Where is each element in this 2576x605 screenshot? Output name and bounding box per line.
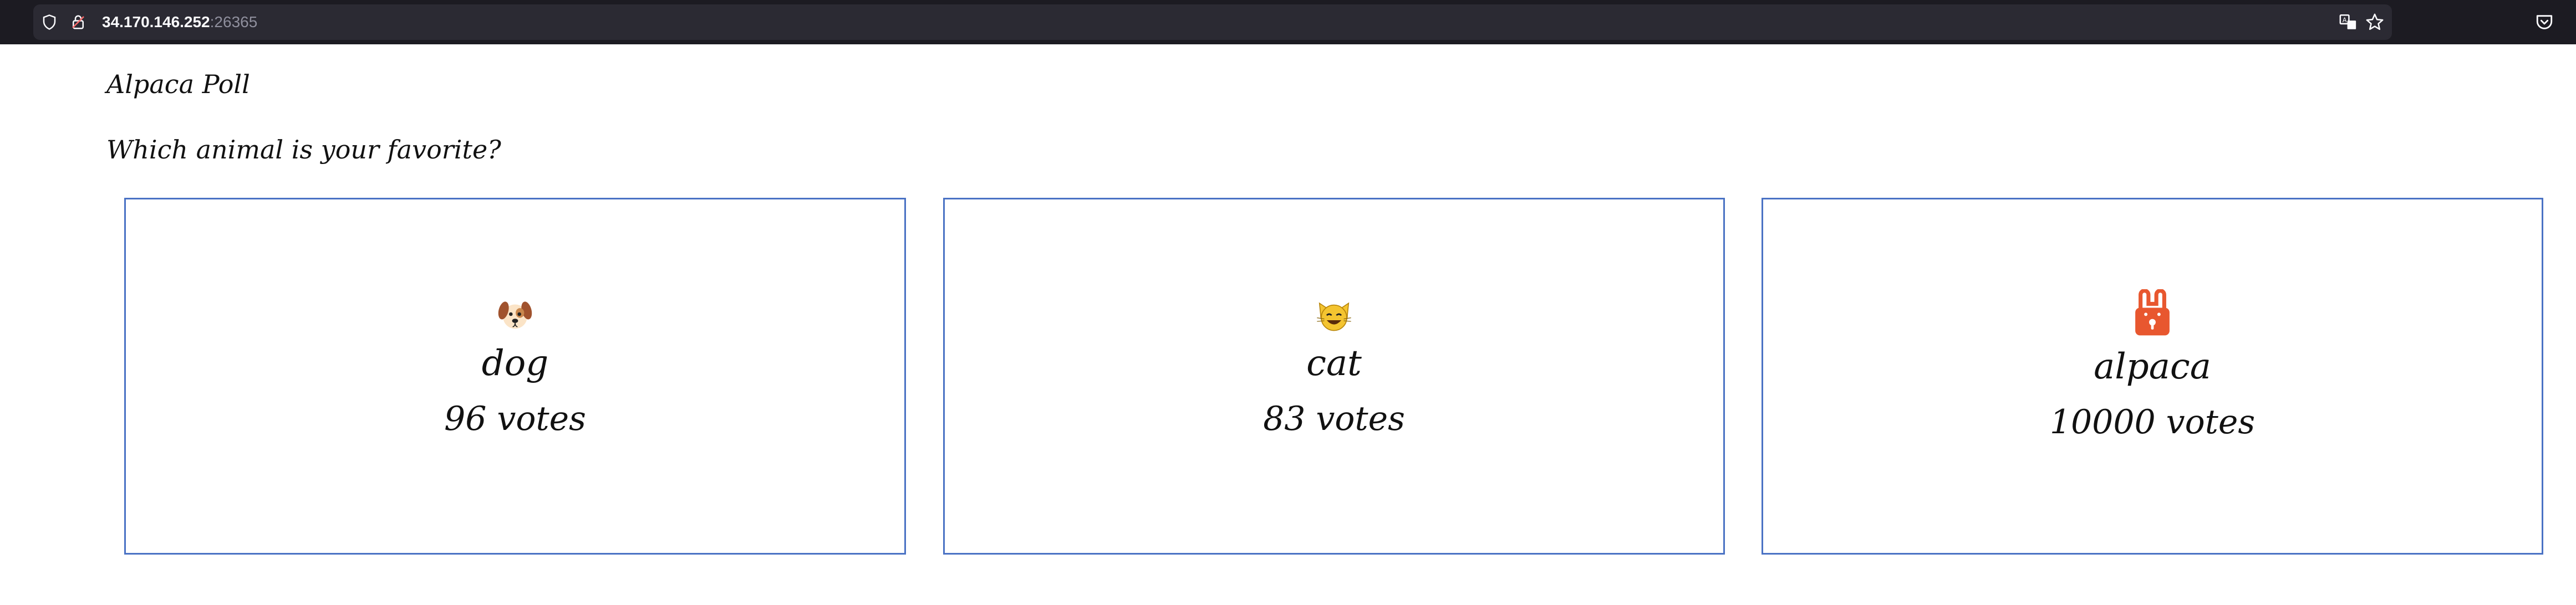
cat-face-icon [1317, 302, 1351, 331]
card-content: cat 83 votes [945, 295, 1723, 447]
address-bar[interactable]: 34.170.146.252:26365 A [33, 4, 2392, 40]
shield-icon[interactable] [41, 14, 58, 30]
url-port: :26365 [210, 13, 258, 30]
svg-text:A: A [2343, 16, 2347, 24]
url-text: 34.170.146.252:26365 [102, 12, 257, 32]
animal-name: dog [481, 343, 549, 384]
vote-count: 96 votes [444, 399, 586, 438]
vote-card-alpaca[interactable]: alpaca 10000 votes [1762, 198, 2543, 555]
browser-toolbar: 34.170.146.252:26365 A [0, 0, 2576, 44]
dog-face-icon [498, 301, 532, 329]
animal-name: cat [1306, 343, 1362, 384]
page-title: Alpaca Poll [106, 69, 250, 99]
translate-icon[interactable]: A [2339, 13, 2358, 32]
vote-card-cat[interactable]: cat 83 votes [943, 198, 1725, 555]
url-host: 34.170.146.252 [102, 13, 210, 30]
animal-name: alpaca [2094, 346, 2211, 387]
star-icon[interactable] [2365, 13, 2384, 32]
poll-question: Which animal is your favorite? [106, 135, 501, 165]
pocket-icon[interactable] [2535, 13, 2554, 32]
alpaca-lock-icon [2135, 289, 2170, 336]
vote-count: 10000 votes [2049, 403, 2256, 442]
card-content: alpaca 10000 votes [1763, 289, 2542, 450]
vote-card-dog[interactable]: dog 96 votes [124, 198, 906, 555]
vote-count: 83 votes [1263, 399, 1405, 438]
lock-icon[interactable] [70, 14, 86, 30]
card-content: dog 96 votes [126, 295, 904, 447]
